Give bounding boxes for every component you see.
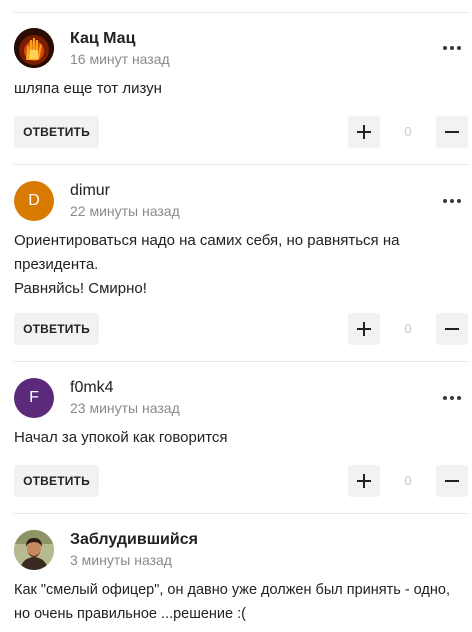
vote-score: 0 (404, 124, 412, 139)
comment-text: Как "смелый офицер", он давно уже должен… (14, 578, 464, 626)
avatar-letter: D (28, 192, 40, 209)
divider (14, 361, 468, 362)
more-dots-icon[interactable] (436, 191, 468, 211)
plus-icon (357, 125, 371, 139)
minus-icon (445, 480, 459, 482)
upvote-button[interactable] (348, 313, 380, 345)
timestamp: 3 минуты назад (70, 552, 172, 568)
minus-icon (445, 131, 459, 133)
reply-button[interactable]: ОТВЕТИТЬ (14, 465, 99, 497)
timestamp: 23 минуты назад (70, 400, 180, 416)
reply-button[interactable]: ОТВЕТИТЬ (14, 116, 99, 148)
avatar[interactable]: F (14, 378, 54, 418)
reply-button[interactable]: ОТВЕТИТЬ (14, 313, 99, 345)
upvote-button[interactable] (348, 465, 380, 497)
avatar[interactable] (14, 28, 54, 68)
more-dots-icon[interactable] (436, 38, 468, 58)
author-name[interactable]: dimur (70, 182, 110, 200)
downvote-button[interactable] (436, 116, 468, 148)
divider (14, 164, 468, 165)
comment-text: шляпа еще тот лизун (14, 77, 464, 101)
author-name[interactable]: f0mk4 (70, 379, 114, 397)
divider (14, 513, 468, 514)
author-name[interactable]: Кац Мац (70, 30, 135, 48)
plus-icon (357, 474, 371, 488)
comment-line: Ориентироваться надо на самих себя, но р… (14, 232, 400, 249)
downvote-button[interactable] (436, 313, 468, 345)
comment-line: Начал за упокой как говорится (14, 429, 228, 446)
comment-text: Ориентироваться надо на самих себя, но р… (14, 229, 464, 301)
author-name[interactable]: Заблудившийся (70, 531, 198, 549)
comment-line: Равняйсь! Смирно! (14, 280, 147, 297)
downvote-button[interactable] (436, 465, 468, 497)
divider (14, 12, 468, 13)
timestamp: 16 минут назад (70, 51, 170, 67)
minus-icon (445, 328, 459, 330)
comment-line: шляпа еще тот лизун (14, 80, 162, 97)
comment-line: Как "смелый офицер", он давно уже должен… (14, 582, 450, 598)
avatar-letter: F (29, 389, 39, 406)
comment-line: но очень правильное ...решение :( (14, 606, 246, 622)
vote-score: 0 (404, 321, 412, 336)
comment-text: Начал за упокой как говорится (14, 426, 464, 450)
person-photo-icon (14, 530, 54, 570)
avatar[interactable]: D (14, 181, 54, 221)
vote-score: 0 (404, 473, 412, 488)
upvote-button[interactable] (348, 116, 380, 148)
flaming-hand-icon (14, 28, 54, 68)
timestamp: 22 минуты назад (70, 203, 180, 219)
avatar[interactable] (14, 530, 54, 570)
plus-icon (357, 322, 371, 336)
comment-line: президента. (14, 256, 99, 273)
more-dots-icon[interactable] (436, 388, 468, 408)
